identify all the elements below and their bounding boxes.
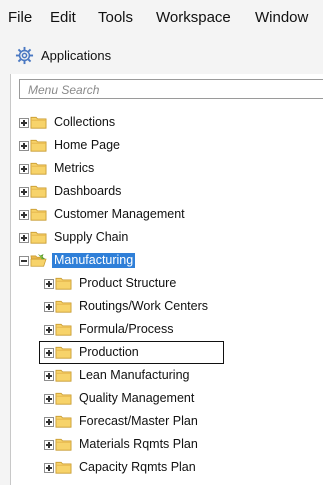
expand-plus-icon[interactable] xyxy=(19,118,29,128)
menu-window[interactable]: Window xyxy=(255,9,308,27)
expand-plus-icon[interactable] xyxy=(44,394,54,404)
expand-plus-icon[interactable] xyxy=(44,325,54,335)
folder-icon xyxy=(55,322,72,336)
folder-icon xyxy=(30,138,47,152)
folder-icon xyxy=(30,161,47,175)
folder-icon xyxy=(30,184,47,198)
expand-plus-icon[interactable] xyxy=(19,164,29,174)
tree-item-label[interactable]: Product Structure xyxy=(77,276,178,291)
expand-plus-icon[interactable] xyxy=(44,279,54,289)
folder-icon xyxy=(55,276,72,290)
folder-icon xyxy=(55,368,72,382)
tree-item-label[interactable]: Forecast/Master Plan xyxy=(77,414,200,429)
applications-header[interactable]: Applications xyxy=(0,38,323,72)
folder-icon xyxy=(30,115,47,129)
tree-item-label[interactable]: Customer Management xyxy=(52,207,187,222)
production-highlight-box xyxy=(39,341,224,364)
menu-file[interactable]: File xyxy=(8,9,32,27)
folder-icon xyxy=(30,207,47,221)
tree-item-label[interactable]: Routings/Work Centers xyxy=(77,299,210,314)
open-folder-icon xyxy=(30,253,47,267)
tree-item-label[interactable]: Materials Rqmts Plan xyxy=(77,437,200,452)
expand-plus-icon[interactable] xyxy=(19,233,29,243)
tree-item-label[interactable]: Manufacturing xyxy=(52,253,136,268)
folder-icon xyxy=(55,437,72,451)
gear-icon xyxy=(15,46,34,65)
tree-item-label[interactable]: Capacity Rqmts Plan xyxy=(77,460,198,475)
expand-plus-icon[interactable] xyxy=(44,417,54,427)
tree-item-label[interactable]: Home Page xyxy=(52,138,122,153)
tree-item-label[interactable]: Metrics xyxy=(52,161,96,176)
folder-icon xyxy=(55,299,72,313)
collapse-minus-icon[interactable] xyxy=(19,256,29,266)
tree-item-label[interactable]: Quality Management xyxy=(77,391,196,406)
tree-item-label[interactable]: Formula/Process xyxy=(77,322,175,337)
expand-plus-icon[interactable] xyxy=(44,463,54,473)
menu-bar: File Edit Tools Workspace Window xyxy=(0,0,323,36)
expand-plus-icon[interactable] xyxy=(44,371,54,381)
expand-plus-icon[interactable] xyxy=(19,210,29,220)
menu-workspace[interactable]: Workspace xyxy=(156,9,231,27)
expand-plus-icon[interactable] xyxy=(19,141,29,151)
folder-icon xyxy=(55,414,72,428)
folder-icon xyxy=(30,230,47,244)
applications-label: Applications xyxy=(41,48,112,63)
folder-icon xyxy=(55,460,72,474)
tree-item-label[interactable]: Lean Manufacturing xyxy=(77,368,192,383)
app-window: File Edit Tools Workspace Window Applica… xyxy=(0,0,323,485)
menu-tools[interactable]: Tools xyxy=(98,9,133,27)
menu-search-input[interactable] xyxy=(19,79,323,99)
tree-item-label[interactable]: Supply Chain xyxy=(52,230,130,245)
navigation-panel: Collections Home Page Metrics Dashboards Cus… xyxy=(10,74,323,485)
tree-item-label[interactable]: Collections xyxy=(52,115,117,130)
expand-plus-icon[interactable] xyxy=(19,187,29,197)
expand-plus-icon[interactable] xyxy=(44,440,54,450)
expand-plus-icon[interactable] xyxy=(44,302,54,312)
tree-item-label[interactable]: Dashboards xyxy=(52,184,123,199)
menu-edit[interactable]: Edit xyxy=(50,9,76,27)
folder-icon xyxy=(55,391,72,405)
